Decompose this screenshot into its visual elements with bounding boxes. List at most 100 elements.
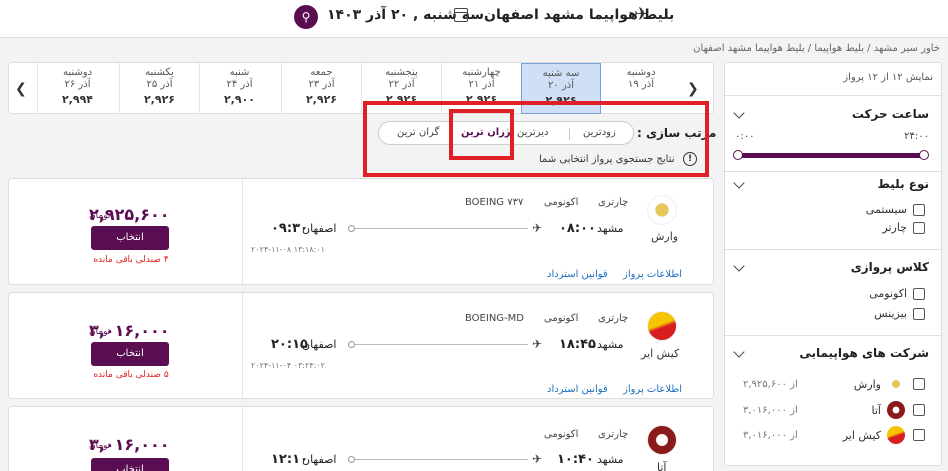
- arrival-time: ۱۲:۱۰: [271, 452, 308, 467]
- flight-class: اکونومی: [544, 197, 579, 208]
- time-slider-track[interactable]: [737, 153, 923, 158]
- ticket-type: چارتری: [598, 313, 629, 324]
- breadcrumb[interactable]: خاور سیر مشهد / بلیط هواپیما / بلیط هواپ…: [693, 43, 940, 54]
- result-count: نمایش ۱۲ از ۱۲ پرواز: [843, 72, 933, 83]
- remaining-seats: ۵ صندلی باقی مانده: [93, 370, 169, 380]
- origin-city: مشهد: [597, 453, 624, 466]
- ticket-type-option[interactable]: چارتر: [882, 221, 925, 234]
- chevron-down-icon[interactable]: [733, 107, 745, 119]
- timestamp: ۲۰۲۴-۱۱-۰۴ ۰۳:۲۴:۰۲: [251, 361, 325, 370]
- ticket-type: چارتری: [598, 197, 629, 208]
- airplane-icon: ✈: [532, 452, 543, 466]
- highlight-box: [449, 109, 514, 160]
- checkbox[interactable]: [913, 378, 925, 390]
- flight-class-title[interactable]: کلاس پروازی: [851, 260, 929, 274]
- departure-time: ۱۰:۴۰: [557, 452, 594, 467]
- select-button[interactable]: انتخاب: [91, 458, 169, 471]
- flight-info-link[interactable]: اطلاعات پرواز: [623, 384, 682, 395]
- filter-sidebar: نمایش ۱۲ از ۱۲ پرواز ساعت حرکت ۲۴:۰۰ ۰:۰…: [724, 62, 942, 466]
- ticket-type-option[interactable]: سیستمی: [866, 203, 925, 216]
- checkbox[interactable]: [913, 429, 925, 441]
- refund-rules-link[interactable]: قوانین استرداد: [547, 269, 608, 280]
- slider-min-label: ۰:۰۰: [735, 131, 755, 142]
- flight-card: ۳,۰۱۶,۰۰۰ تومان انتخاب آتا چارتری اکونوم…: [8, 406, 714, 471]
- airline-name: وارش: [651, 230, 679, 243]
- divider: [725, 95, 941, 96]
- flight-card: ۲,۹۲۵,۶۰۰ تومان انتخاب ۴ صندلی باقی ماند…: [8, 178, 714, 285]
- date-cell[interactable]: جمعه ۲۳ آذر ۲,۹۲۶: [281, 63, 361, 114]
- checkbox[interactable]: [913, 287, 925, 300]
- chevron-left-icon[interactable]: ❮: [15, 81, 27, 97]
- highlight-box: [363, 101, 709, 177]
- route-dot: [348, 341, 355, 348]
- flight-card: ۳,۰۱۶,۰۰۰ تومان انتخاب ۵ صندلی باقی ماند…: [8, 292, 714, 399]
- calendar-icon: [454, 8, 468, 22]
- route-line: [352, 459, 528, 460]
- price-unit: تومان: [89, 327, 111, 337]
- airline-name: کیش ایر: [641, 347, 680, 360]
- departure-time: ۰۸:۰۰: [559, 221, 596, 236]
- checkbox[interactable]: [913, 203, 925, 216]
- time-slider-min-handle[interactable]: [733, 150, 743, 160]
- price-unit: تومان: [89, 211, 111, 221]
- time-slider-max-handle[interactable]: [919, 150, 929, 160]
- departure-time: ۱۸:۴۵: [559, 337, 596, 352]
- refund-rules-link[interactable]: قوانین استرداد: [547, 384, 608, 395]
- divider: [725, 171, 941, 172]
- flight-class-option[interactable]: بیزینس: [874, 307, 925, 320]
- origin-city: مشهد: [597, 338, 624, 351]
- remaining-seats: ۴ صندلی باقی مانده: [93, 255, 169, 265]
- date-cell[interactable]: یکشنبه ۲۵ آذر ۲,۹۲۶: [119, 63, 199, 114]
- checkbox[interactable]: [913, 404, 925, 416]
- airline-name: آتا: [657, 461, 667, 471]
- search-button[interactable]: ⚲: [294, 5, 318, 29]
- route-line: [352, 344, 528, 345]
- varesh-logo-icon: [887, 375, 905, 393]
- divider: [725, 335, 941, 336]
- flight-info-link[interactable]: اطلاعات پرواز: [623, 269, 682, 280]
- airlines-title[interactable]: شرکت های هواپیمایی: [799, 346, 929, 360]
- airplane-icon: ✈: [532, 221, 543, 235]
- arrival-time: ۰۹:۳۰: [271, 221, 308, 236]
- kishair-logo-icon: [887, 426, 905, 444]
- route-dot: [348, 225, 355, 232]
- slider-max-label: ۲۴:۰۰: [904, 131, 929, 142]
- departure-time-title[interactable]: ساعت حرکت: [852, 107, 929, 121]
- route-line: [352, 228, 528, 229]
- timestamp: ۲۰۲۴-۱۱-۰۸ ۱۳:۱۸:۰۱: [251, 245, 325, 254]
- ticket-type-title[interactable]: نوع بلیط: [877, 177, 929, 191]
- flight-card-price-panel: ۳,۰۱۶,۰۰۰ تومان انتخاب: [9, 407, 243, 471]
- kishair-logo-icon: [647, 311, 677, 341]
- date-cell[interactable]: شنبه ۲۴ آذر ۲,۹۰۰: [199, 63, 279, 114]
- varesh-logo-icon: [647, 195, 677, 225]
- select-button[interactable]: انتخاب: [91, 342, 169, 366]
- ata-logo-icon: [887, 401, 905, 419]
- ata-logo-icon: [647, 425, 677, 455]
- route-dot: [348, 456, 355, 463]
- arrival-time: ۲۰:۱۵: [271, 337, 308, 352]
- airplane-icon: ✈: [634, 4, 650, 25]
- search-icon: ⚲: [301, 10, 311, 24]
- checkbox[interactable]: [913, 307, 925, 320]
- aircraft: BOEING-MD: [465, 313, 524, 324]
- chevron-down-icon[interactable]: [733, 346, 745, 358]
- top-header: ⚲ سه شنبه , ۲۰ آذر ۱۴۰۳ بلیط هواپیما مشه…: [0, 0, 948, 38]
- date-cell[interactable]: دوشنبه ۲۶ آذر ۲,۹۹۴: [37, 63, 117, 114]
- aircraft: BOEING ۷۳۷: [465, 197, 524, 208]
- airline-filter-ata[interactable]: آتا از ۳,۰۱۶,۰۰۰: [735, 399, 925, 421]
- airline-filter-varesh[interactable]: وارش از ۲,۹۲۵,۶۰۰: [735, 373, 925, 395]
- chevron-down-icon[interactable]: [733, 177, 745, 189]
- ticket-type: چارتری: [598, 429, 629, 440]
- chevron-right-icon[interactable]: ❯: [687, 81, 699, 97]
- flight-card-price-panel: ۳,۰۱۶,۰۰۰ تومان انتخاب ۵ صندلی باقی ماند…: [9, 293, 243, 398]
- flight-class-option[interactable]: اکونومی: [869, 287, 925, 300]
- checkbox[interactable]: [913, 221, 925, 234]
- flight-card-price-panel: ۲,۹۲۵,۶۰۰ تومان انتخاب ۴ صندلی باقی ماند…: [9, 179, 243, 284]
- select-button[interactable]: انتخاب: [91, 226, 169, 250]
- airline-filter-kishair[interactable]: کیش ایر از ۳,۰۱۶,۰۰۰: [735, 424, 925, 446]
- price-unit: تومان: [89, 441, 111, 451]
- flight-class: اکونومی: [544, 313, 579, 324]
- origin-city: مشهد: [597, 222, 624, 235]
- divider: [725, 249, 941, 250]
- chevron-down-icon[interactable]: [733, 260, 745, 272]
